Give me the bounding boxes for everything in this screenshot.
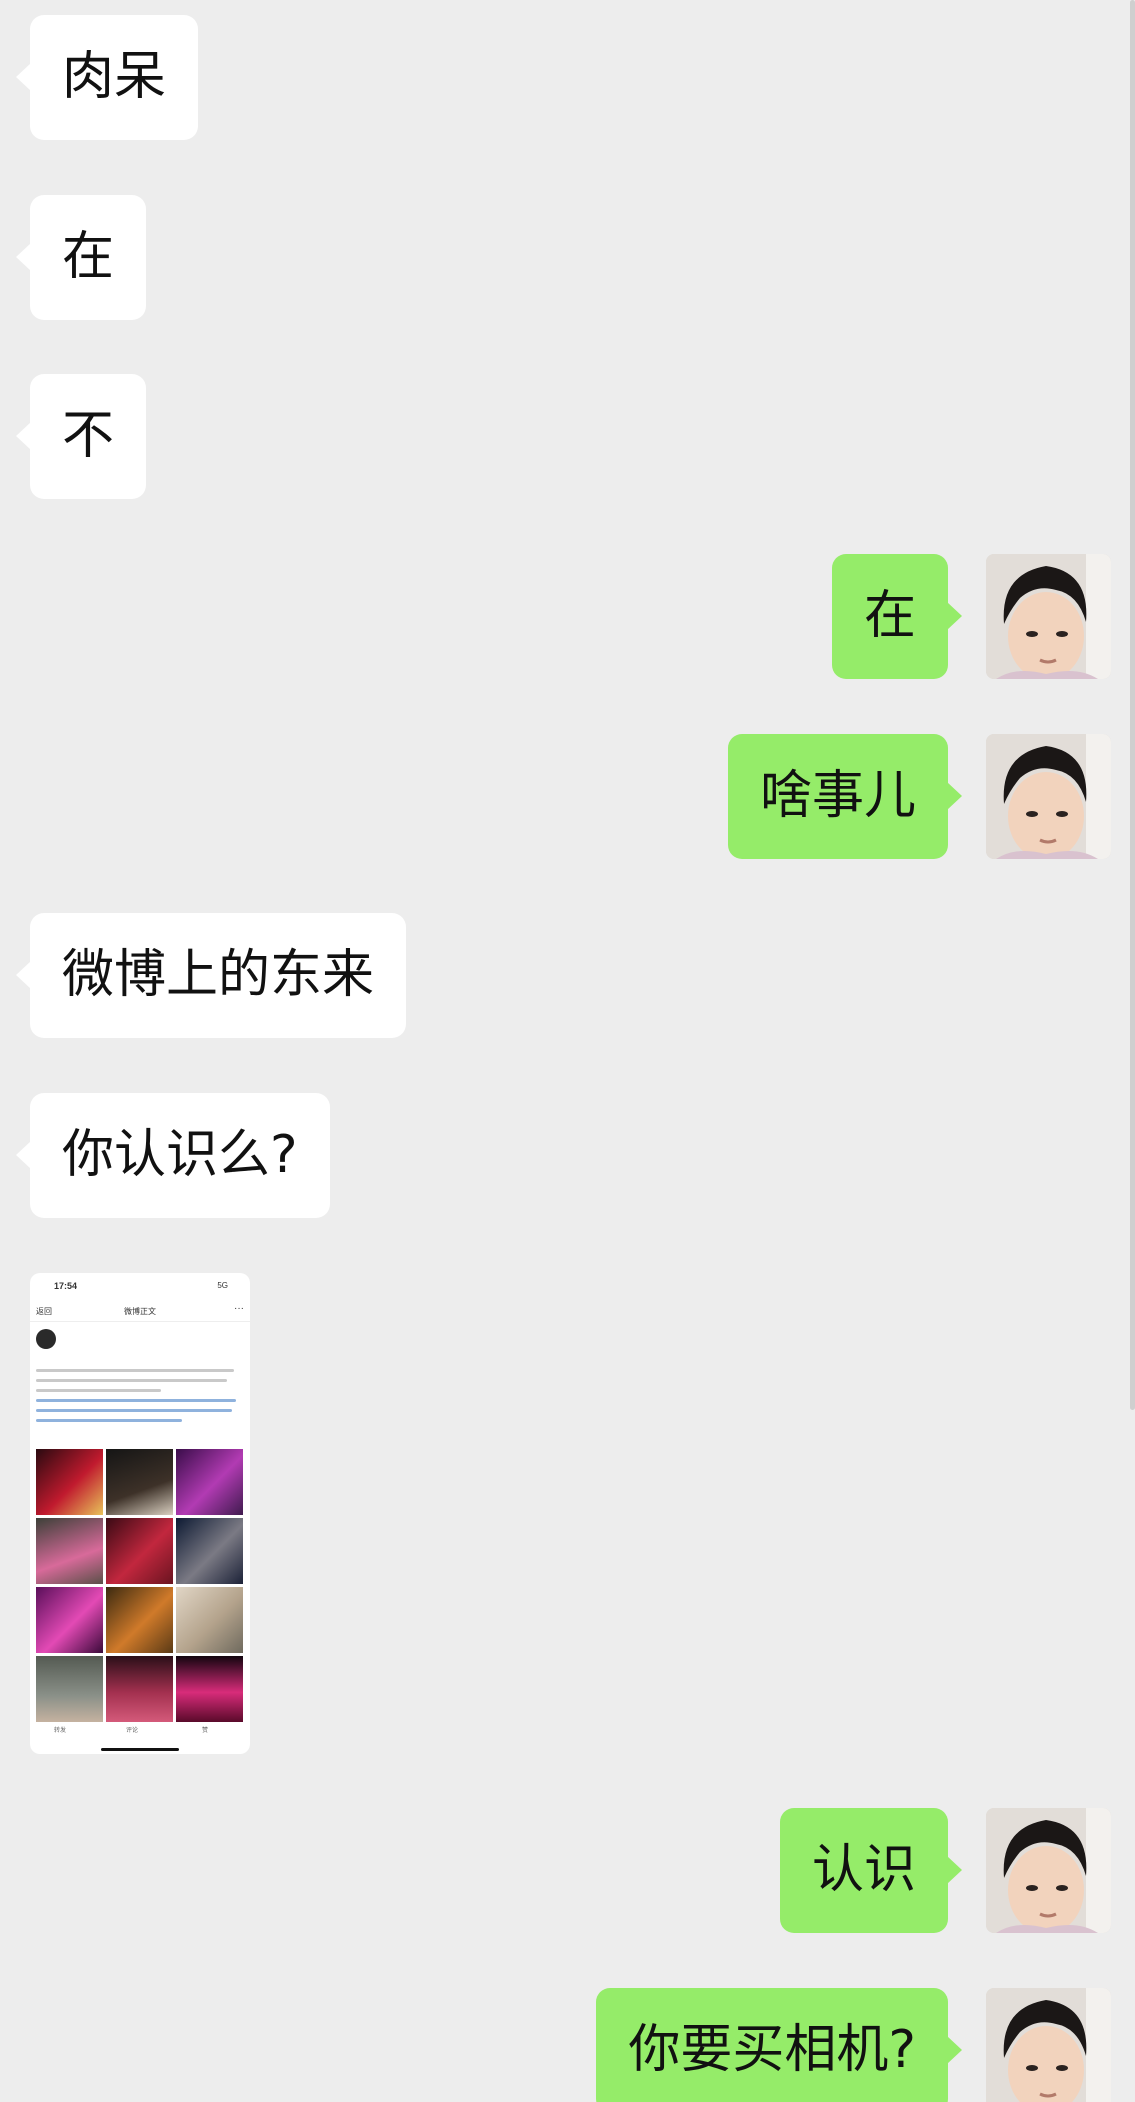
message-bubble-outgoing[interactable]: 你要买相机?	[596, 1988, 962, 2102]
thumb-tab-comment: 评论	[126, 1728, 139, 1734]
message-text: 微博上的东来	[62, 945, 375, 1005]
thumb-home-indicator	[101, 1748, 179, 1751]
message-bubble-incoming[interactable]: 在	[15, 195, 147, 320]
message-text: 在	[62, 227, 115, 287]
message-text: 认识	[811, 1840, 916, 1900]
avatar-photo-icon	[986, 1808, 1111, 1933]
user-avatar[interactable]	[986, 734, 1111, 859]
message-bubble-outgoing[interactable]: 认识	[779, 1808, 963, 1933]
message-text: 在	[863, 586, 916, 646]
message-bubble-incoming[interactable]: 微博上的东来	[15, 913, 407, 1038]
chat-conversation: 肉呆 在 不 在 啥事儿 微博上的东来 你认识么? 17:54 5G 返回 微博…	[0, 0, 1135, 2102]
thumb-post-text	[36, 1369, 244, 1429]
message-text: 啥事儿	[759, 766, 916, 826]
thumb-tab-like: 赞	[202, 1728, 209, 1734]
thumb-tab-repost: 转发	[54, 1728, 67, 1734]
message-bubble-outgoing[interactable]: 啥事儿	[727, 734, 963, 859]
user-avatar[interactable]	[986, 554, 1111, 679]
image-message-screenshot[interactable]: 17:54 5G 返回 微博正文 ··· 转发 评论 赞	[30, 1273, 250, 1754]
thumb-more-icon: ···	[234, 1303, 244, 1314]
thumb-nav-bar: 返回 微博正文 ···	[30, 1303, 250, 1322]
chat-scrollbar[interactable]	[1130, 0, 1135, 1410]
message-bubble-incoming[interactable]: 肉呆	[15, 15, 199, 140]
user-avatar[interactable]	[986, 1808, 1111, 1933]
thumb-status-bar: 17:54 5G	[30, 1281, 250, 1295]
thumb-network: 5G	[217, 1281, 228, 1290]
message-bubble-outgoing[interactable]: 在	[831, 554, 963, 679]
message-text: 肉呆	[62, 47, 167, 107]
message-text: 你认识么?	[62, 1125, 298, 1185]
thumb-time: 17:54	[54, 1281, 78, 1291]
avatar-photo-icon	[986, 734, 1111, 859]
thumb-tab-bar: 转发 评论 赞	[30, 1723, 250, 1737]
message-text: 不	[62, 406, 115, 466]
user-avatar[interactable]	[986, 1988, 1111, 2102]
thumb-poster-avatar	[36, 1329, 56, 1349]
message-text: 你要买相机?	[628, 2020, 916, 2080]
thumb-title: 微博正文	[124, 1307, 156, 1316]
thumb-photo-grid	[36, 1449, 246, 1722]
avatar-photo-icon	[986, 554, 1111, 679]
avatar-photo-icon	[986, 1988, 1111, 2102]
message-bubble-incoming[interactable]: 你认识么?	[16, 1093, 330, 1218]
message-bubble-incoming[interactable]: 不	[15, 374, 147, 499]
